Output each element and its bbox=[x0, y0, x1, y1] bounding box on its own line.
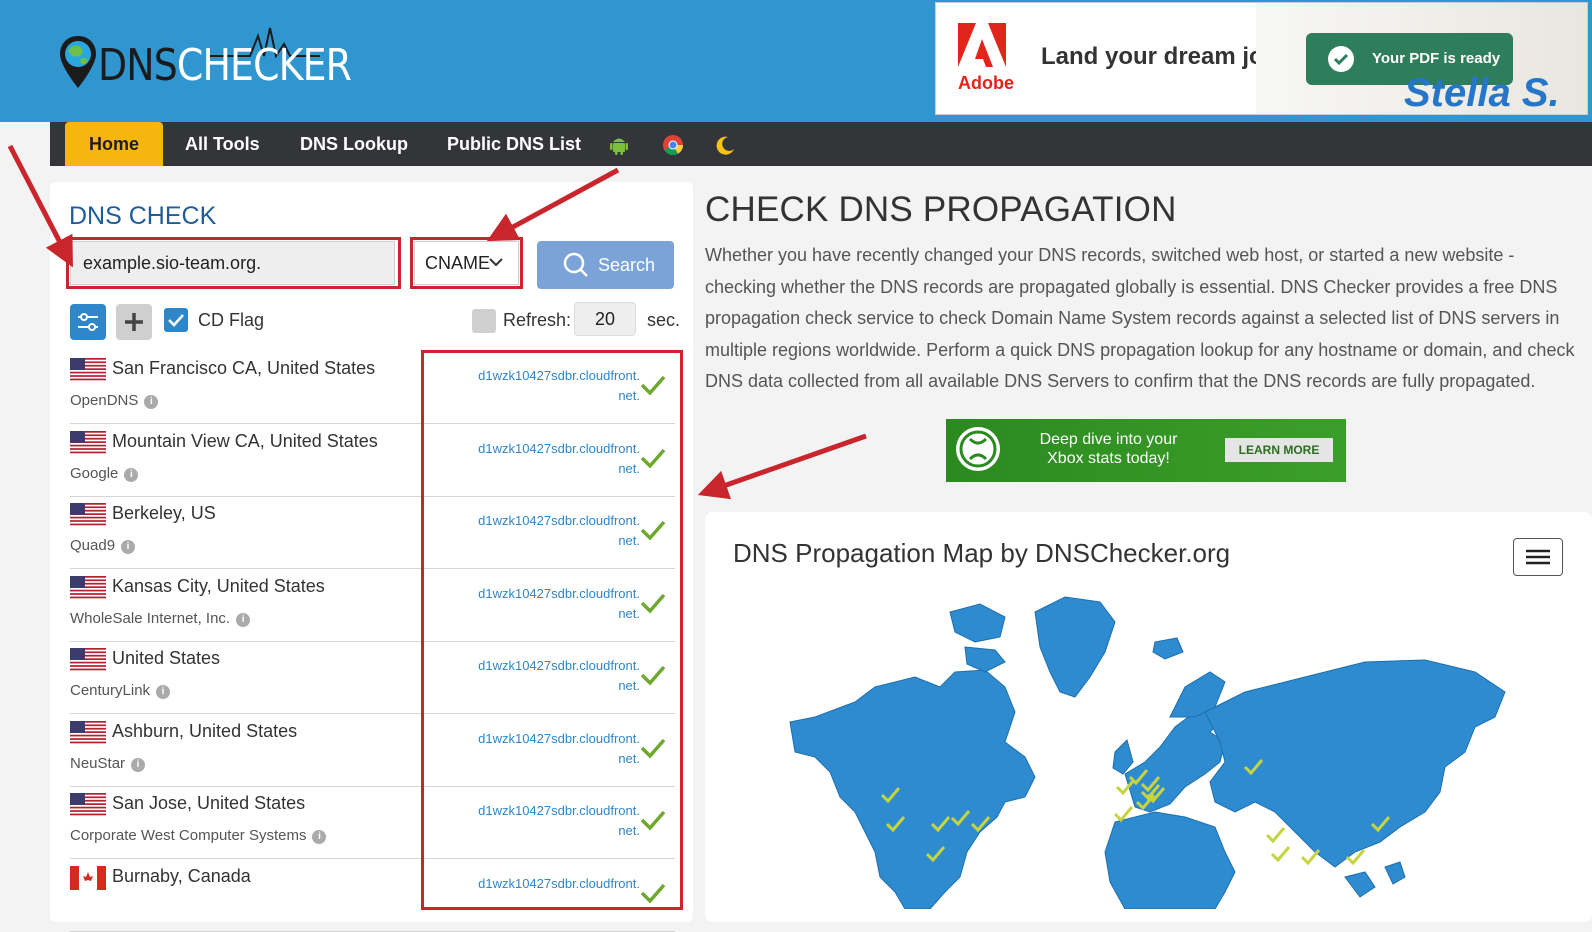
provider-name: CenturyLink bbox=[70, 682, 151, 699]
cd-flag-label: CD Flag bbox=[198, 310, 265, 330]
refresh-interval-input[interactable]: 20 bbox=[574, 302, 636, 336]
pdf-ready-text: Your PDF is ready bbox=[1372, 50, 1501, 67]
provider-name: WholeSale Internet, Inc. bbox=[70, 609, 231, 627]
adobe-logo-icon bbox=[958, 23, 1006, 67]
nav-all-tools[interactable]: All Tools bbox=[185, 122, 260, 166]
search-icon bbox=[563, 252, 588, 277]
us-flag-icon bbox=[70, 575, 106, 600]
hamburger-menu-icon bbox=[1526, 549, 1550, 565]
info-icon[interactable]: i bbox=[121, 540, 136, 554]
propagation-title: CHECK DNS PROPAGATION bbox=[705, 190, 1177, 229]
search-button[interactable]: Search bbox=[537, 241, 674, 289]
refresh-unit-label: sec. bbox=[647, 310, 681, 330]
site-header: DNSCHECKER Adobe Land your dream job. Yo… bbox=[0, 0, 1592, 122]
logo-text: DNSCHECKER bbox=[98, 40, 352, 91]
map-check-icon bbox=[1265, 827, 1286, 844]
server-provider: Google i bbox=[70, 464, 139, 482]
android-icon[interactable] bbox=[608, 134, 630, 156]
server-location: San Francisco CA, United States bbox=[112, 358, 376, 378]
add-server-button[interactable] bbox=[116, 304, 152, 340]
provider-name: Google bbox=[70, 464, 119, 482]
server-provider: Corporate West Computer Systems i bbox=[70, 827, 327, 844]
dns-check-panel: DNS CHECK example.sio-team.org. CNAME Se… bbox=[50, 182, 693, 932]
provider-name: NeuStar bbox=[70, 754, 126, 772]
map-check-icon bbox=[1300, 849, 1321, 866]
logo-text-dns: DNS bbox=[98, 40, 178, 91]
ad-signature-text: Stella S. bbox=[1404, 71, 1560, 115]
refresh-label: Refresh: bbox=[503, 310, 572, 330]
server-provider: OpenDNS i bbox=[70, 392, 159, 409]
server-location: Mountain View CA, United States bbox=[112, 430, 378, 451]
checkmark-icon bbox=[168, 314, 184, 327]
info-icon[interactable]: i bbox=[144, 395, 159, 409]
checkmark-circle-icon bbox=[1328, 46, 1354, 72]
arrow-to-results bbox=[697, 433, 867, 500]
server-location: United States bbox=[112, 648, 221, 668]
dns-check-title: DNS CHECK bbox=[69, 202, 217, 230]
xbox-ad-line2: Xbox stats today! bbox=[1047, 450, 1170, 467]
info-icon[interactable]: i bbox=[131, 757, 146, 772]
us-flag-icon bbox=[70, 793, 106, 817]
server-location: Burnaby, Canada bbox=[112, 865, 251, 886]
server-provider: Quad9 i bbox=[70, 537, 136, 554]
xbox-advertisement[interactable]: Deep dive into your Xbox stats today! LE… bbox=[946, 419, 1346, 482]
us-flag-icon bbox=[70, 648, 106, 672]
propagation-description: Whether you have recently changed your D… bbox=[705, 245, 1575, 391]
chrome-icon[interactable] bbox=[662, 134, 684, 156]
highlight-record-type bbox=[410, 237, 523, 289]
propagation-map-card: DNS Propagation Map by DNSChecker.org bbox=[705, 512, 1592, 922]
xbox-ad-text: Deep dive into your Xbox stats today! bbox=[1036, 430, 1181, 468]
map-menu-button[interactable] bbox=[1513, 538, 1563, 576]
world-map[interactable] bbox=[705, 512, 1592, 909]
server-provider: NeuStar i bbox=[70, 754, 146, 772]
globe-pin-icon bbox=[60, 36, 96, 88]
plus-icon bbox=[125, 313, 143, 331]
us-flag-icon bbox=[70, 503, 106, 527]
provider-name: Quad9 bbox=[70, 537, 116, 554]
server-location: Ashburn, United States bbox=[112, 720, 298, 741]
map-title: DNS Propagation Map by DNSChecker.org bbox=[733, 538, 1231, 568]
xbox-logo-icon bbox=[956, 427, 1000, 471]
sliders-icon bbox=[78, 313, 98, 331]
server-location: Berkeley, US bbox=[112, 503, 216, 523]
info-icon[interactable]: i bbox=[156, 685, 171, 699]
us-flag-icon bbox=[70, 430, 106, 455]
moon-icon[interactable] bbox=[714, 134, 736, 156]
provider-name: Corporate West Computer Systems bbox=[70, 827, 307, 844]
xbox-ad-line1: Deep dive into your bbox=[1039, 431, 1178, 448]
search-button-label: Search bbox=[598, 255, 656, 275]
us-flag-icon bbox=[70, 358, 106, 382]
canada-flag-icon bbox=[70, 865, 106, 890]
dnschecker-logo[interactable]: DNSCHECKER bbox=[58, 26, 352, 96]
ad-headline: Land your dream job. bbox=[1041, 43, 1286, 70]
cd-flag-checkbox[interactable] bbox=[164, 308, 188, 332]
info-icon[interactable]: i bbox=[124, 467, 139, 482]
highlight-results-column bbox=[421, 350, 683, 910]
provider-name: OpenDNS bbox=[70, 392, 139, 409]
nav-home[interactable]: Home bbox=[65, 122, 163, 166]
server-provider: CenturyLink i bbox=[70, 682, 171, 699]
nav-public-dns-list[interactable]: Public DNS List bbox=[447, 122, 581, 166]
main-nav: Home All Tools DNS Lookup Public DNS Lis… bbox=[50, 122, 1592, 166]
server-location: Kansas City, United States bbox=[112, 575, 325, 596]
adobe-brand-text: Adobe bbox=[958, 73, 1014, 93]
map-check-icon bbox=[1270, 846, 1291, 863]
nav-dns-lookup[interactable]: DNS Lookup bbox=[300, 122, 408, 166]
refresh-checkbox[interactable] bbox=[472, 309, 496, 333]
us-flag-icon bbox=[70, 720, 106, 745]
info-icon[interactable]: i bbox=[236, 612, 251, 627]
server-location: San Jose, United States bbox=[112, 793, 306, 813]
options-button[interactable] bbox=[70, 304, 106, 340]
server-provider: WholeSale Internet, Inc. i bbox=[70, 609, 251, 627]
learn-more-button[interactable]: LEARN MORE bbox=[1225, 438, 1333, 462]
highlight-domain-input bbox=[66, 237, 401, 289]
info-icon[interactable]: i bbox=[312, 830, 327, 844]
logo-text-checker: CHECKER bbox=[176, 40, 352, 91]
top-advertisement[interactable]: Adobe Land your dream job. Your PDF is r… bbox=[935, 2, 1588, 115]
